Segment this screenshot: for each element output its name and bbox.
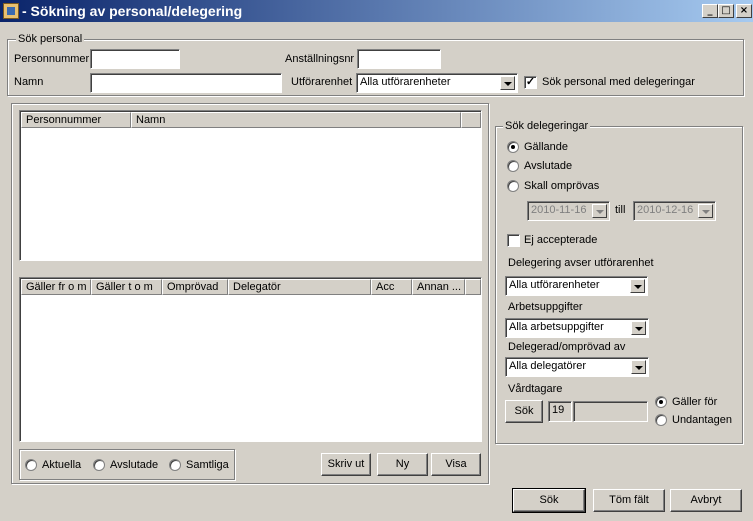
chevron-down-icon[interactable] bbox=[630, 279, 645, 293]
date-from-picker[interactable]: 2010-11-16 bbox=[527, 201, 610, 221]
column-header-personnummer[interactable]: Personnummer bbox=[21, 112, 131, 128]
anstallningsnr-label: Anställningsnr bbox=[285, 53, 355, 65]
chevron-down-icon[interactable] bbox=[592, 204, 607, 218]
personnummer-label: Personnummer bbox=[14, 53, 90, 65]
samtliga-radio[interactable] bbox=[169, 459, 181, 471]
column-header-annan[interactable]: Annan ... bbox=[412, 279, 465, 295]
galler-for-radio[interactable] bbox=[655, 396, 667, 408]
vardtagare-sok-button[interactable]: Sök bbox=[505, 400, 543, 423]
delegering-utforarenhet-label: Delegering avser utförarenhet bbox=[508, 257, 654, 269]
delegeringar-checkbox-label: Sök personal med delegeringar bbox=[542, 76, 695, 88]
utforarenhet-select-value: Alla utförarenheter bbox=[360, 76, 451, 88]
gallande-label: Gällande bbox=[524, 141, 569, 153]
column-header-namn[interactable]: Namn bbox=[131, 112, 461, 128]
skall-omprovas-label: Skall omprövas bbox=[524, 180, 600, 192]
tom-falt-button[interactable]: Töm fält bbox=[593, 489, 665, 512]
date-to-value: 2010-12-16 bbox=[637, 204, 694, 216]
column-header-filler bbox=[465, 279, 481, 295]
namn-input[interactable] bbox=[90, 73, 282, 93]
delegering-list[interactable]: Gäller fr o m Gäller t o m Omprövad Dele… bbox=[19, 277, 482, 442]
column-header-delegator[interactable]: Delegatör bbox=[228, 279, 371, 295]
namn-label: Namn bbox=[14, 76, 44, 88]
avslutade-filter-radio[interactable] bbox=[93, 459, 105, 471]
checkmark-icon: ✓ bbox=[525, 76, 536, 88]
arbetsuppgifter-value: Alla arbetsuppgifter bbox=[509, 321, 604, 333]
delegering-utforarenhet-select[interactable]: Alla utförarenheter bbox=[505, 276, 648, 296]
delegerad-value: Alla delegatörer bbox=[509, 360, 587, 372]
undantagen-label: Undantagen bbox=[672, 414, 732, 426]
sok-personal-legend: Sök personal bbox=[16, 33, 85, 45]
vardtagare-input[interactable] bbox=[573, 401, 648, 422]
sok-delegeringar-legend: Sök delegeringar bbox=[503, 120, 591, 132]
date-to-picker[interactable]: 2010-12-16 bbox=[633, 201, 716, 221]
ej-accepterade-checkbox[interactable] bbox=[507, 234, 520, 247]
column-header-acc[interactable]: Acc bbox=[371, 279, 412, 295]
gallande-radio[interactable] bbox=[507, 141, 519, 153]
column-header-omprovad[interactable]: Omprövad bbox=[162, 279, 228, 295]
aktuella-radio[interactable] bbox=[25, 459, 37, 471]
utforarenhet-label: Utförarenhet bbox=[291, 76, 353, 88]
personal-list[interactable]: Personnummer Namn bbox=[19, 110, 482, 261]
minimize-button[interactable]: _ bbox=[702, 4, 718, 18]
undantagen-radio[interactable] bbox=[655, 414, 667, 426]
window-title: - Sökning av personal/delegering bbox=[22, 3, 243, 19]
ny-button[interactable]: Ny bbox=[377, 453, 428, 476]
avslutade-radio[interactable] bbox=[507, 160, 519, 172]
avslutade-filter-label: Avslutade bbox=[110, 459, 159, 471]
visa-button[interactable]: Visa bbox=[431, 453, 481, 476]
skriv-ut-button[interactable]: Skriv ut bbox=[321, 453, 371, 476]
till-label: till bbox=[615, 204, 626, 216]
close-button[interactable]: × bbox=[736, 4, 752, 18]
date-from-value: 2010-11-16 bbox=[531, 204, 587, 216]
vardtagare-prefix: 19 bbox=[548, 401, 572, 422]
aktuella-label: Aktuella bbox=[42, 459, 82, 471]
avbryt-button[interactable]: Avbryt bbox=[670, 489, 742, 512]
sok-button[interactable]: Sök bbox=[512, 488, 586, 513]
skall-omprovas-radio[interactable] bbox=[507, 180, 519, 192]
app-icon bbox=[3, 3, 19, 19]
vardtagare-label: Vårdtagare bbox=[508, 383, 563, 395]
maximize-button[interactable]: □ bbox=[718, 4, 734, 18]
personnummer-input[interactable] bbox=[90, 49, 180, 69]
column-header-galler-t-o-m[interactable]: Gäller t o m bbox=[91, 279, 162, 295]
ej-accepterade-label: Ej accepterade bbox=[524, 234, 598, 246]
chevron-down-icon[interactable] bbox=[631, 321, 646, 335]
chevron-down-icon[interactable] bbox=[698, 204, 713, 218]
anstallningsnr-input[interactable] bbox=[357, 49, 441, 69]
delegerad-label: Delegerad/omprövad av bbox=[508, 341, 626, 353]
avslutade-label: Avslutade bbox=[524, 160, 573, 172]
delegerad-select[interactable]: Alla delegatörer bbox=[505, 357, 649, 377]
galler-for-label: Gäller för bbox=[672, 396, 718, 408]
utforarenhet-select[interactable]: Alla utförarenheter bbox=[356, 73, 518, 93]
column-header-filler bbox=[461, 112, 481, 128]
chevron-down-icon[interactable] bbox=[500, 76, 515, 90]
samtliga-label: Samtliga bbox=[186, 459, 229, 471]
column-header-galler-fr-o-m[interactable]: Gäller fr o m bbox=[21, 279, 91, 295]
arbetsuppgifter-label: Arbetsuppgifter bbox=[508, 301, 583, 313]
arbetsuppgifter-select[interactable]: Alla arbetsuppgifter bbox=[505, 318, 649, 338]
chevron-down-icon[interactable] bbox=[631, 360, 646, 374]
delegering-utforarenhet-value: Alla utförarenheter bbox=[509, 279, 600, 291]
delegeringar-checkbox[interactable]: ✓ bbox=[524, 76, 537, 89]
